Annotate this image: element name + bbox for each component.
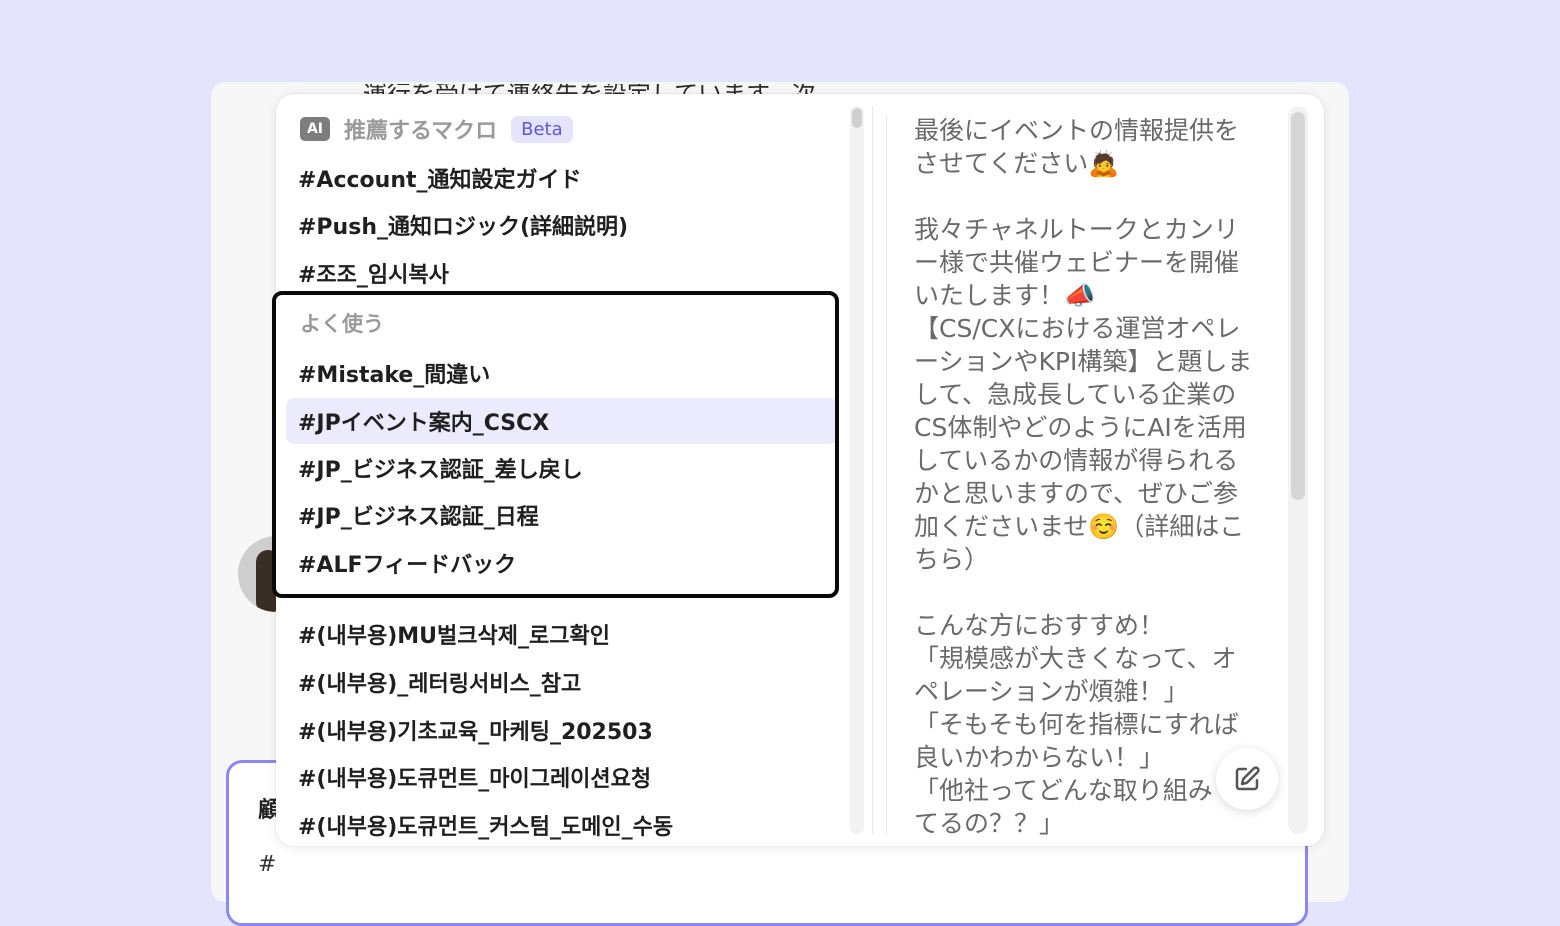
macro-list-scrollbar[interactable] <box>850 106 864 834</box>
macro-item[interactable]: #Push_通知ロジック(詳細説明) <box>286 202 838 248</box>
frequent-header: よく使う <box>300 308 384 338</box>
preview-line: ちら） <box>914 545 990 574</box>
preview-blank-line <box>914 576 1264 609</box>
preview-line: CS体制やどのようにAIを活用 <box>914 413 1247 442</box>
preview-line: 最後にイベントの情報提供を <box>914 116 1240 145</box>
macro-item[interactable]: #JP_ビジネス認証_差し戻し <box>286 445 838 491</box>
macro-item[interactable]: #(내부용)도큐먼트_커스텀_도메인_수동 <box>286 802 838 846</box>
preview-line: ー様で共催ウェビナーを開催 <box>914 248 1240 277</box>
preview-line: こんな方におすすめ！ <box>914 611 1165 640</box>
scrollbar-thumb[interactable] <box>1291 112 1305 500</box>
macro-item[interactable]: #JP_ビジネス認証_日程 <box>286 492 838 538</box>
pane-divider <box>872 106 873 834</box>
macro-item[interactable]: #(내부용)기초교육_마케팅_202503 <box>286 707 838 753</box>
preview-line: てるの？？」 <box>914 809 1065 838</box>
preview-line: 良いかわからない！」 <box>914 743 1165 772</box>
preview-line: 【CS/CXにおける運営オペレ <box>914 314 1241 343</box>
scrollbar-thumb[interactable] <box>852 108 862 128</box>
preview-line: ーションやKPI構築】と題しま <box>914 347 1253 376</box>
macro-preview: 最後にイベントの情報提供を させてください🙇 我々チャネルトークとカンリ ー様で… <box>914 114 1264 844</box>
preview-line: ペレーションが煩雑！」 <box>914 677 1189 706</box>
preview-scrollbar[interactable] <box>1288 106 1308 834</box>
macro-list: AI 推薦するマクロ Beta #Account_通知設定ガイド #Push_通… <box>276 94 846 846</box>
composer-input-text[interactable]: # <box>258 852 276 877</box>
macro-item[interactable]: #조조_임시복사 <box>286 250 838 296</box>
preview-line: させてください🙇 <box>914 149 1120 178</box>
edit-macro-button[interactable] <box>1216 748 1278 810</box>
macro-item[interactable]: #ALFフィードバック <box>286 540 838 586</box>
macro-item[interactable]: #(내부용)도큐먼트_마이그레이션요청 <box>286 754 838 800</box>
preview-line: 加くださいませ☺️（詳細はこ <box>914 512 1245 541</box>
preview-line: 我々チャネルトークとカンリ <box>914 215 1239 244</box>
beta-badge: Beta <box>511 115 573 143</box>
preview-blank-line <box>914 180 1264 213</box>
pencil-edit-icon <box>1235 766 1260 791</box>
macro-item[interactable]: #Account_通知設定ガイド <box>286 155 838 201</box>
ai-icon: AI <box>300 117 330 141</box>
preview-line: して、急成長している企業の <box>914 380 1237 409</box>
macro-popup: AI 推薦するマクロ Beta #Account_通知設定ガイド #Push_通… <box>276 94 1324 846</box>
macro-item[interactable]: #(내부용)_레터링서비스_참고 <box>286 659 838 705</box>
preview-border <box>886 116 887 834</box>
preview-line: 「他社ってどんな取り組み <box>914 776 1213 805</box>
preview-line: かと思いますので、ぜひご参 <box>914 479 1239 508</box>
preview-line: しているかの情報が得られる <box>914 446 1239 475</box>
macro-item[interactable]: #Mistake_間違い <box>286 350 838 396</box>
macro-item-selected[interactable]: #JPイベント案内_CSCX <box>286 398 838 444</box>
preview-line: 「規模感が大きくなって、オ <box>914 644 1237 673</box>
preview-line: 「そもそも何を指標にすれば <box>914 710 1239 739</box>
macro-item[interactable]: #(내부용)MU벌크삭제_로그확인 <box>286 611 838 657</box>
frequent-title: よく使う <box>300 312 384 336</box>
recommended-title: 推薦するマクロ <box>344 119 498 144</box>
recommended-header: AI 推薦するマクロ Beta <box>300 114 573 144</box>
preview-line: いたします！📣 <box>914 281 1096 310</box>
